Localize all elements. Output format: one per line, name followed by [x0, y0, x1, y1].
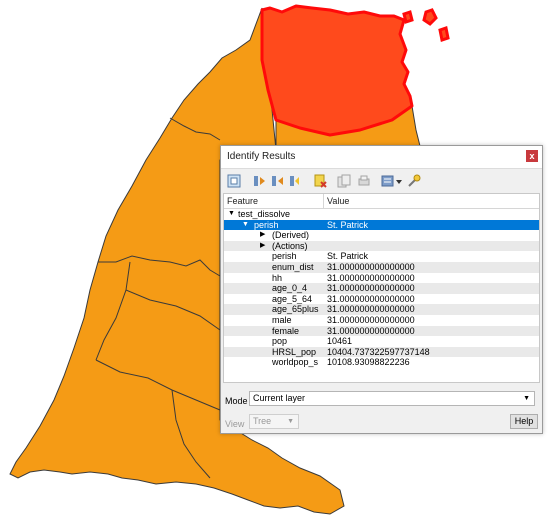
mode-label: Mode: [225, 396, 248, 406]
attribute-name: perish: [272, 251, 297, 262]
attribute-value: 10404.737322597737148: [327, 346, 430, 357]
attribute-row[interactable]: female 31.000000000000000: [224, 325, 539, 337]
identify-results-dialog[interactable]: Identify Results x Feature Value ▼ test_…: [220, 145, 543, 434]
attribute-name: enum_dist: [272, 261, 314, 272]
attribute-name: age_0_4: [272, 283, 308, 294]
attribute-row[interactable]: hh 31.000000000000000: [224, 273, 539, 284]
print-icon[interactable]: [357, 174, 371, 188]
clear-results-icon[interactable]: [313, 174, 327, 188]
feature-field: perish: [254, 219, 279, 230]
attribute-value: 31.000000000000000: [327, 293, 415, 304]
attribute-row[interactable]: male 31.000000000000000: [224, 315, 539, 326]
attribute-name: male: [272, 314, 292, 325]
column-divider[interactable]: [323, 194, 324, 208]
attribute-value: 31.000000000000000: [327, 283, 415, 294]
close-button[interactable]: x: [526, 150, 538, 162]
attribute-row[interactable]: HRSL_pop 10404.737322597737148: [224, 346, 539, 358]
islet-1: [402, 10, 414, 24]
attribute-value: St. Patrick: [327, 251, 369, 262]
dialog-titlebar[interactable]: Identify Results x: [221, 146, 542, 169]
collapse-arrow-icon[interactable]: ▼: [228, 209, 235, 220]
attribute-value: 10108.93098822236: [327, 357, 410, 368]
settings-dropdown-icon[interactable]: [381, 174, 403, 188]
dialog-title: Identify Results: [227, 151, 296, 162]
attribute-row[interactable]: perish St. Patrick: [224, 251, 539, 262]
attribute-name: age_65plus: [272, 304, 319, 315]
islet-2: [422, 8, 438, 26]
attribute-value: 31.000000000000000: [327, 261, 415, 272]
collapse-arrow-icon[interactable]: ▼: [242, 220, 249, 231]
tree-header: Feature Value: [224, 194, 539, 209]
attribute-value: 10461: [327, 336, 353, 347]
dialog-toolbar: [221, 169, 542, 193]
feature-value: St. Patrick: [327, 219, 369, 230]
tree-row-layer[interactable]: ▼ test_dissolve: [224, 209, 539, 220]
attribute-row[interactable]: pop 10461: [224, 336, 539, 347]
expand-arrow-icon[interactable]: ▶: [260, 241, 265, 252]
help-button[interactable]: Help: [510, 414, 538, 429]
view-value: Tree: [253, 416, 272, 426]
attribute-name: HRSL_pop: [272, 346, 317, 357]
mode-select[interactable]: Current layer ▼: [249, 391, 535, 406]
attribute-name: hh: [272, 272, 283, 283]
chevron-down-icon: ▼: [523, 395, 530, 402]
column-header-value[interactable]: Value: [327, 196, 349, 206]
attribute-value: 31.000000000000000: [327, 325, 415, 336]
tree-row-derived[interactable]: ▶ (Derived): [224, 230, 539, 241]
attribute-value: 31.000000000000000: [327, 304, 415, 315]
expand-all-icon[interactable]: [253, 174, 267, 188]
mode-value: Current layer: [253, 393, 306, 403]
expand-new-icon[interactable]: [289, 174, 303, 188]
results-tree[interactable]: Feature Value ▼ test_dissolve ▼ perish S…: [223, 193, 540, 383]
attribute-name: female: [272, 325, 300, 336]
attribute-value: 31.000000000000000: [327, 314, 415, 325]
tree-row-actions[interactable]: ▶ (Actions): [224, 240, 539, 252]
expand-tree-icon[interactable]: [227, 174, 241, 188]
view-select[interactable]: Tree ▼: [249, 414, 299, 429]
derived-label: (Derived): [272, 230, 310, 241]
selected-parish-highlight[interactable]: [260, 4, 414, 137]
attribute-row[interactable]: worldpop_s 10108.93098822236: [224, 357, 539, 368]
chevron-down-icon: ▼: [287, 418, 294, 425]
identify-tool-icon[interactable]: [407, 174, 421, 188]
attribute-row[interactable]: age_5_64 31.000000000000000: [224, 294, 539, 305]
actions-label: (Actions): [272, 240, 308, 251]
expand-arrow-icon[interactable]: ▶: [260, 230, 265, 241]
attribute-name: worldpop_s: [272, 357, 319, 368]
attribute-row[interactable]: enum_dist 31.000000000000000: [224, 261, 539, 273]
column-header-feature[interactable]: Feature: [227, 196, 258, 206]
view-label: View: [225, 419, 245, 429]
tree-rows: ▼ test_dissolve ▼ perish St. Patrick ▶ (…: [224, 209, 539, 368]
layer-name: test_dissolve: [238, 209, 291, 219]
islet-3: [438, 26, 450, 42]
attribute-row[interactable]: age_65plus 31.000000000000000: [224, 304, 539, 315]
attribute-name: age_5_64: [272, 293, 313, 304]
attribute-row[interactable]: age_0_4 31.000000000000000: [224, 283, 539, 294]
attribute-name: pop: [272, 336, 288, 347]
copy-feature-icon[interactable]: [337, 174, 351, 188]
attribute-value: 31.000000000000000: [327, 272, 415, 283]
tree-row-feature[interactable]: ▼ perish St. Patrick: [224, 219, 539, 231]
collapse-all-icon[interactable]: [271, 174, 285, 188]
